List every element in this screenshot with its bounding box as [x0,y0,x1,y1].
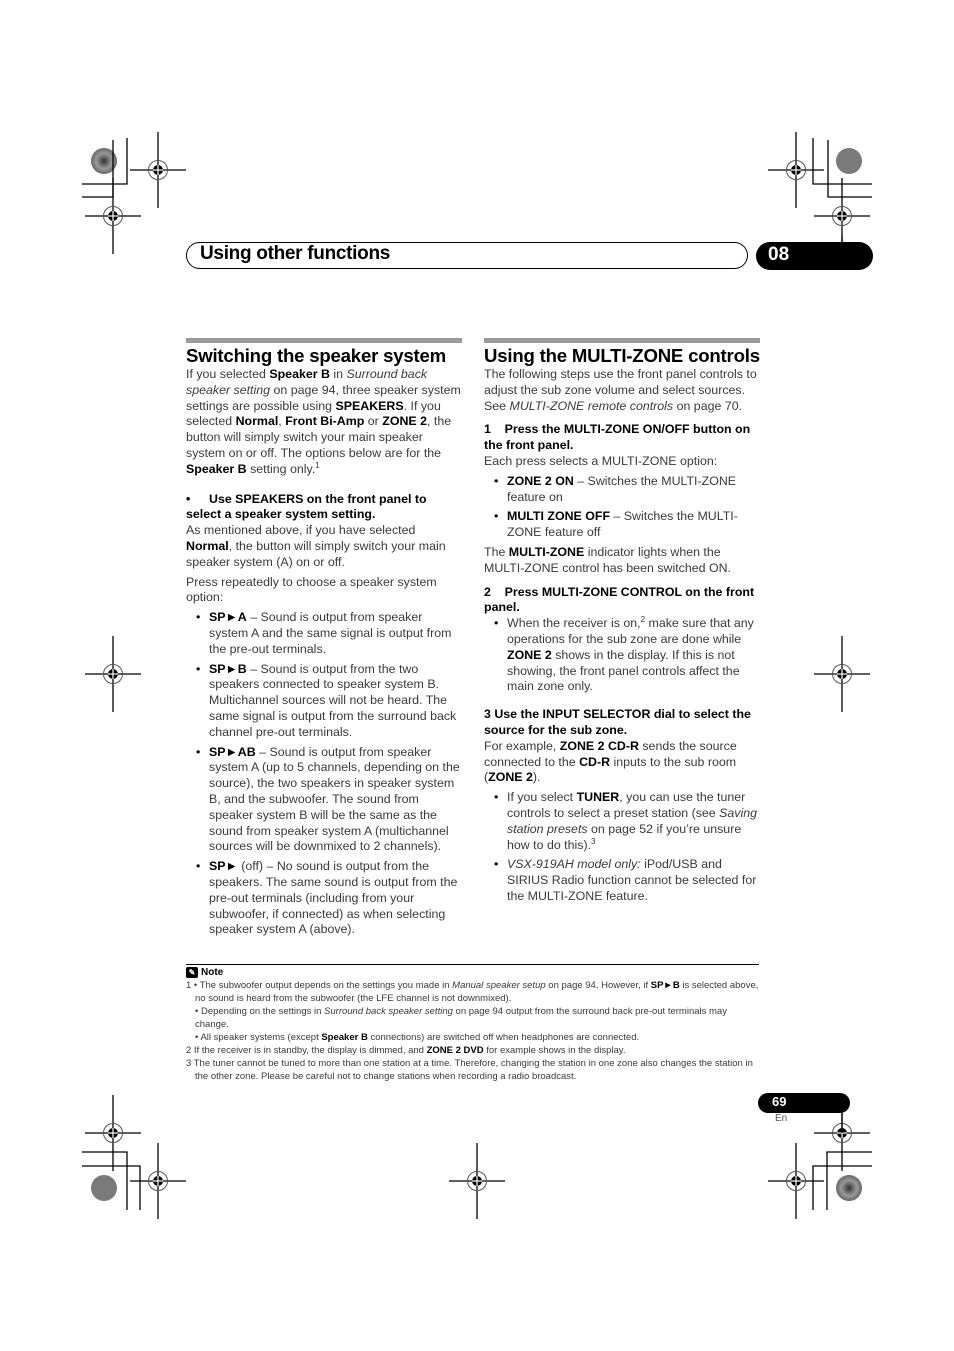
pencil-note-icon: ✎ [186,967,198,978]
section-bar [484,338,760,343]
page-number: 69 [772,1094,787,1109]
footnote-1c: • All speaker systems (except Speaker B … [195,1032,640,1043]
section-heading-multi-zone: Using the MULTI-ZONE controls [484,345,760,366]
step-1: 1 Press the MULTI-ZONE ON/OFF button on … [484,422,754,453]
step-3-text: For example, ZONE 2 CD-R sends the sourc… [484,738,737,785]
list-item: MULTI ZONE OFF – Switches the MULTI-ZONE… [494,509,760,541]
intro-paragraph: If you selected Speaker B in Surround ba… [186,367,461,476]
footnotes: ✎ Note 1 • The subwoofer output depends … [186,964,759,1083]
list-item: VSX-919AH model only: iPod/USB and SIRIU… [494,857,760,904]
section-bar [186,338,462,343]
crop-marks [82,131,872,1220]
note-heading: ✎ Note [186,966,759,979]
list-item: SP►AB – Sound is output from speaker sys… [196,745,462,856]
step-3: 3 Use the INPUT SELECTOR dial to select … [484,707,751,737]
list-item: SP► (off) – No sound is output from the … [196,859,462,938]
step-1-text: Each press selects a MULTI-ZONE option: [484,453,718,468]
list-item: SP►B – Sound is output from the two spea… [196,662,462,741]
footnote-ref: 1 [315,460,320,470]
footnote-3: 3 The tuner cannot be tuned to more than… [186,1058,753,1082]
speaker-options-list: SP►A – Sound is output from speaker syst… [186,610,462,938]
right-column: Using the MULTI-ZONE controls The follow… [484,338,760,909]
intro-paragraph: The following steps use the front panel … [484,367,757,413]
step-2-list: When the receiver is on,2 make sure that… [484,616,760,695]
chapter-number: 08 [768,244,790,265]
list-item: ZONE 2 ON – Switches the MULTI-ZONE feat… [494,474,760,506]
footnote-2: 2 If the receiver is in standby, the dis… [186,1045,626,1056]
step-instruction: • Use SPEAKERS on the front panel to sele… [186,491,427,522]
paragraph-normal: As mentioned above, if you have selected… [186,523,446,569]
section-heading-speaker-system: Switching the speaker system [186,345,446,366]
footnote-1a: 1 • The subwoofer output depends on the … [186,980,759,1004]
step-3-list: If you select TUNER, you can use the tun… [484,790,760,905]
indicator-paragraph: The MULTI-ZONE indicator lights when the… [484,544,731,575]
list-item: SP►A – Sound is output from speaker syst… [196,610,462,657]
footnote-1b: • Depending on the settings in Surround … [195,1006,727,1030]
zone-options-list: ZONE 2 ON – Switches the MULTI-ZONE feat… [484,474,760,541]
step-2: 2 Press MULTI-ZONE CONTROL on the front … [484,584,758,615]
list-item: When the receiver is on,2 make sure that… [494,616,760,695]
chapter-title: Using other functions [200,243,391,264]
paragraph-press: Press repeatedly to choose a speaker sys… [186,574,437,605]
left-column: Switching the speaker system If you sele… [186,338,462,942]
list-item: If you select TUNER, you can use the tun… [494,790,760,853]
page-language: En [775,1113,788,1124]
